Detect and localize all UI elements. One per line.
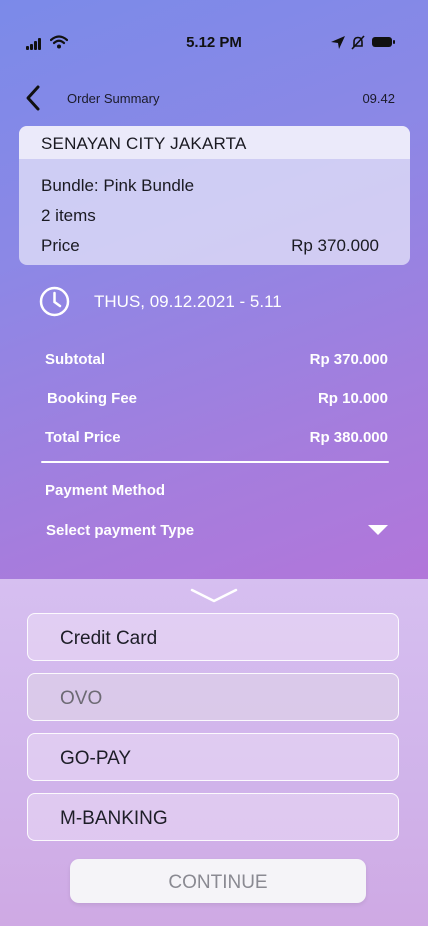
order-card: SENAYAN CITY JAKARTA Bundle: Pink Bundle… — [19, 126, 410, 265]
chevron-down-icon[interactable] — [190, 587, 238, 605]
page-title: Order Summary — [67, 91, 160, 106]
app-screen: 5.12 PM Order Summary 09.42 SENAYAN CITY… — [0, 0, 428, 926]
booking-fee-value: Rp 10.000 — [317, 390, 388, 407]
payment-option-gopay[interactable]: GO-PAY — [27, 733, 399, 781]
price-value: Rp 370.000 — [291, 236, 379, 255]
subtotal-value: Rp 370.000 — [309, 351, 388, 368]
item-count: 2 items — [41, 206, 96, 225]
venue-name: SENAYAN CITY JAKARTA — [41, 134, 247, 153]
payment-option-label: M-BANKING — [60, 808, 168, 829]
price-label: Price — [41, 236, 80, 255]
payment-method-label: Payment Method — [45, 482, 166, 499]
payment-option-mbanking[interactable]: M-BANKING — [27, 793, 399, 841]
payment-option-label: Credit Card — [60, 628, 158, 649]
battery-icon — [372, 37, 395, 47]
payment-option-label: GO-PAY — [60, 748, 132, 769]
subtotal-label: Subtotal — [45, 351, 105, 368]
bundle-name: Bundle: Pink Bundle — [41, 176, 195, 195]
payment-option-ovo[interactable]: OVO — [27, 673, 399, 721]
payment-type-select[interactable]: Select payment Type — [46, 522, 194, 539]
header-time: 09.42 — [362, 91, 395, 106]
total-price-label: Total Price — [45, 429, 121, 446]
location-arrow-icon — [331, 36, 345, 49]
booking-fee-label: Booking Fee — [47, 390, 138, 407]
bell-muted-icon — [351, 35, 365, 50]
caret-down-icon[interactable] — [368, 525, 388, 535]
continue-button[interactable]: CONTINUE — [70, 859, 366, 903]
clock-icon — [39, 286, 70, 317]
payment-option-credit-card[interactable]: Credit Card — [27, 613, 399, 661]
payment-option-label: OVO — [60, 688, 103, 709]
status-bar: 5.12 PM — [0, 33, 428, 53]
total-price-value: Rp 380.000 — [309, 429, 388, 446]
summary-divider — [41, 461, 389, 463]
back-chevron-icon[interactable] — [24, 84, 44, 112]
continue-button-label: CONTINUE — [168, 872, 268, 893]
booking-datetime: THUS, 09.12.2021 - 5.11 — [94, 292, 282, 311]
